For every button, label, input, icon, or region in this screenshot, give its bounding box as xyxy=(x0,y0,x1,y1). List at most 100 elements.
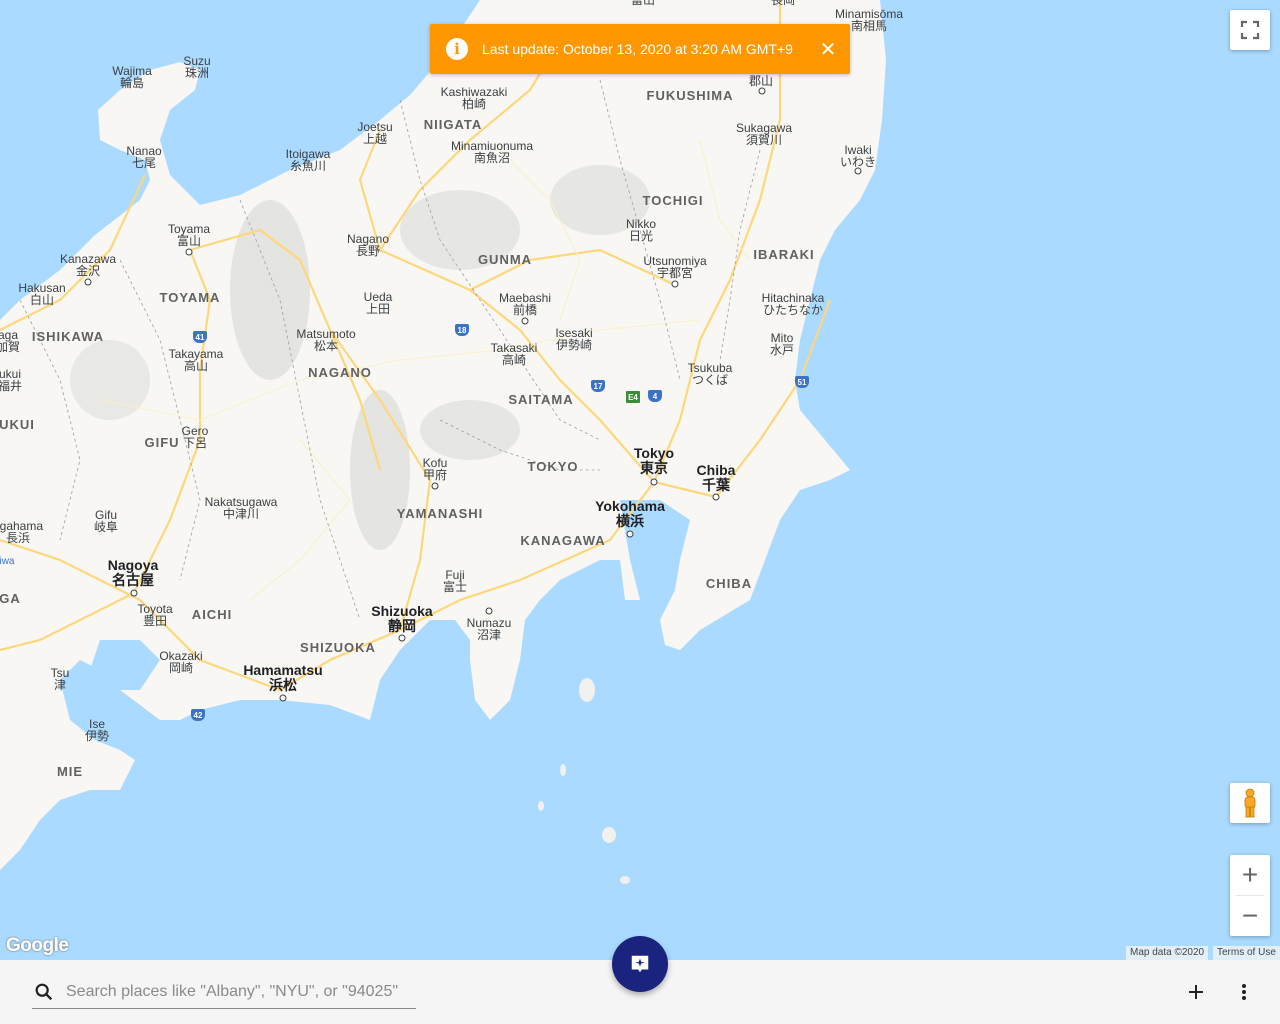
prefecture-label: TOCHIGI xyxy=(642,193,704,208)
fullscreen-icon xyxy=(1240,20,1260,40)
route-shield: 42 xyxy=(191,709,205,721)
prefecture-label: IBARAKI xyxy=(753,247,815,262)
city-label: Isesaki 伊勢崎 xyxy=(555,326,593,352)
city-label: Sukagawa 須賀川 xyxy=(735,121,793,147)
city-label: Toyama 富山 xyxy=(167,222,211,248)
search-bar xyxy=(32,976,416,1009)
route-shield: 18 xyxy=(455,324,469,336)
fullscreen-button[interactable] xyxy=(1230,10,1270,50)
prefecture-label: KANAGAWA xyxy=(520,533,606,548)
route-shield: 17 xyxy=(591,380,605,392)
city-label: Takasaki 高崎 xyxy=(490,341,538,367)
city-label: Wajima 輪島 xyxy=(112,64,152,90)
city-label: 郡山 xyxy=(748,74,774,88)
city-label: Fuji 富士 xyxy=(442,568,468,594)
major-city-label: Chiba 千葉 xyxy=(696,462,736,493)
major-city-label: Nagoya 名古屋 xyxy=(107,557,159,588)
city-label: Hakusan 白山 xyxy=(18,281,66,307)
city-label: Okazaki 岡崎 xyxy=(159,649,203,675)
city-label: Joetsu 上越 xyxy=(357,120,393,146)
more-vert-icon[interactable] xyxy=(1232,980,1256,1004)
city-label: Takayama 高山 xyxy=(168,347,224,373)
city-dot xyxy=(398,634,406,642)
close-icon[interactable]: ✕ xyxy=(816,37,840,61)
city-dot xyxy=(758,87,766,95)
map-land xyxy=(0,0,886,884)
prefecture-label: MIE xyxy=(56,764,84,779)
prefecture-label: NIIGATA xyxy=(423,117,483,132)
city-label: Nakatsugawa 中津川 xyxy=(204,495,278,521)
city-label: Gifu 岐阜 xyxy=(93,508,119,534)
route-shield: 41 xyxy=(193,331,207,343)
city-label: Nagano 長野 xyxy=(346,232,390,258)
city-dot xyxy=(84,278,92,286)
city-label: Utsunomiya 宇都宮 xyxy=(643,254,707,280)
prefecture-label: AICHI xyxy=(191,607,233,622)
prefecture-label: NAGANO xyxy=(308,365,372,380)
city-dot xyxy=(521,317,529,325)
city-dot xyxy=(485,607,493,615)
search-input[interactable] xyxy=(64,982,408,1002)
city-dot xyxy=(185,248,193,256)
city-dot xyxy=(712,493,720,501)
banner-text: Last update: October 13, 2020 at 3:20 AM… xyxy=(482,41,793,57)
city-label: Hitachinaka ひたちなか xyxy=(761,291,825,317)
prefecture-label: YAMANASHI xyxy=(396,506,484,521)
major-city-label: Yokohama 横浜 xyxy=(595,498,665,529)
city-label: Mito 水戸 xyxy=(769,331,795,357)
prefecture-label: TOKYO xyxy=(527,459,579,474)
map-data-attribution: Map data ©2020 xyxy=(1126,946,1209,960)
city-label: aga 加賀 xyxy=(0,328,21,354)
city-label: ukui 福井 xyxy=(0,367,23,393)
search-icon[interactable] xyxy=(32,980,56,1004)
city-dot xyxy=(854,167,862,175)
city-label: Kashiwazaki 柏崎 xyxy=(440,85,508,111)
prefecture-label: UKUI xyxy=(0,417,35,432)
city-label: Ueda 上田 xyxy=(363,290,393,316)
city-label: Matsumoto 松本 xyxy=(296,327,356,353)
lake-label: iwa xyxy=(0,556,15,567)
city-dot xyxy=(279,694,287,702)
prefecture-label: GA xyxy=(0,591,21,606)
update-banner: i Last update: October 13, 2020 at 3:20 … xyxy=(430,24,850,74)
city-label: agahama長浜 xyxy=(0,519,44,545)
zoom-out-button[interactable]: − xyxy=(1230,896,1270,936)
city-dot xyxy=(431,482,439,490)
city-label: Toyota 豊田 xyxy=(137,602,173,628)
prefecture-label: ISHIKAWA xyxy=(31,329,105,344)
major-city-label: Hamamatsu 浜松 xyxy=(243,662,323,693)
city-label: Iwaki いわき xyxy=(839,143,877,169)
city-label: Gero 下呂 xyxy=(181,424,209,450)
terms-of-use-link[interactable]: Terms of Use xyxy=(1213,946,1280,960)
prefecture-label: FUKUSHIMA xyxy=(646,88,734,103)
city-label: Maebashi 前橋 xyxy=(498,291,552,317)
prefecture-label: SHIZUOKA xyxy=(300,640,376,655)
route-shield: 51 xyxy=(795,376,809,388)
city-dot xyxy=(626,530,634,538)
city-label: Nikko 日光 xyxy=(625,217,657,243)
city-label: 長岡 xyxy=(770,0,796,7)
add-report-icon xyxy=(631,955,649,973)
plus-icon[interactable] xyxy=(1184,980,1208,1004)
google-logo: Google xyxy=(6,935,69,956)
prefecture-label: TOYAMA xyxy=(159,290,221,305)
city-dot xyxy=(650,478,658,486)
city-label: Tsu 津 xyxy=(50,666,70,692)
route-shield: 4 xyxy=(648,390,662,402)
prefecture-label: CHIBA xyxy=(705,576,753,591)
city-dot xyxy=(130,589,138,597)
zoom-in-button[interactable]: + xyxy=(1230,855,1270,895)
city-label: Minamiuonuma 南魚沼 xyxy=(450,139,534,165)
pegman-icon xyxy=(1244,788,1256,818)
expressway-shield: E4 xyxy=(626,391,640,403)
prefecture-label: GUNMA xyxy=(477,252,533,267)
street-view-pegman[interactable] xyxy=(1230,783,1270,823)
add-report-button[interactable] xyxy=(612,936,668,992)
city-label: 富山 xyxy=(630,0,656,7)
map-canvas[interactable]: FUKUSHIMA NIIGATA TOCHIGI IBARAKI GUNMA … xyxy=(0,0,1280,960)
city-dot xyxy=(671,280,679,288)
city-label: Numazu 沼津 xyxy=(466,616,512,642)
prefecture-label: GIFU xyxy=(144,435,180,450)
city-label: Itoigawa 糸魚川 xyxy=(285,147,331,173)
city-label: Suzu 珠洲 xyxy=(183,54,211,80)
